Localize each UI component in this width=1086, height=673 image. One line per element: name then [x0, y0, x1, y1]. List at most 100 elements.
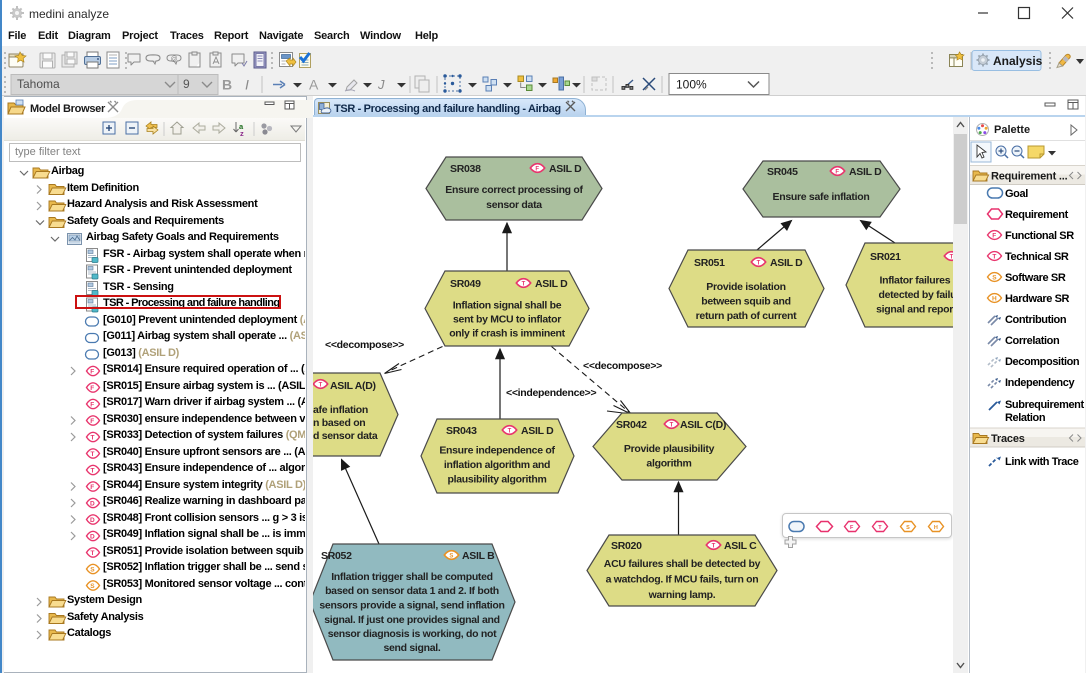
svg-text:SR042: SR042 [616, 419, 647, 431]
svg-text:F: F [535, 167, 539, 173]
svg-text:ASIL D: ASIL D [521, 425, 554, 437]
svg-text:n based on: n based on [313, 417, 365, 429]
svg-text:ASIL B: ASIL B [462, 550, 495, 562]
svg-text:H: H [934, 525, 938, 531]
svg-text:plausibility algorithm: plausibility algorithm [448, 474, 547, 486]
svg-text:T: T [91, 451, 95, 458]
svg-text:afe inflation: afe inflation [313, 404, 368, 416]
svg-text:9: 9 [183, 77, 190, 91]
svg-text:sent by MCU to inflator: sent by MCU to inflator [453, 314, 561, 326]
svg-text:T: T [522, 282, 526, 288]
svg-text:SR049: SR049 [450, 278, 481, 290]
svg-text:TSR - Processing and failure h: TSR - Processing and failure handling - … [334, 103, 561, 115]
svg-text:Functional SR: Functional SR [1005, 230, 1074, 242]
svg-text:only if crash is imminent: only if crash is imminent [449, 328, 565, 340]
svg-text:SR043: SR043 [446, 425, 477, 437]
svg-text:Requirement ...: Requirement ... [991, 171, 1068, 183]
svg-text:Decomposition: Decomposition [1005, 356, 1080, 368]
svg-text:B: B [222, 77, 232, 93]
svg-text:SR045: SR045 [767, 166, 798, 178]
svg-text:Relation: Relation [1005, 412, 1046, 424]
svg-text:D: D [90, 534, 95, 541]
svg-text:Provide isolation: Provide isolation [706, 281, 786, 293]
svg-text:Palette: Palette [994, 124, 1030, 136]
svg-text:Inflator failures sh: Inflator failures sh [879, 275, 953, 287]
svg-text:Inflation trigger shall be com: Inflation trigger shall be computed [331, 571, 493, 583]
svg-text:Software SR: Software SR [1005, 272, 1066, 284]
svg-text:<<decompose>>: <<decompose>> [325, 339, 404, 351]
svg-text:T: T [992, 254, 996, 261]
svg-text:H: H [992, 296, 997, 303]
svg-text:T: T [712, 544, 716, 550]
svg-text:ASIL C: ASIL C [724, 540, 757, 552]
svg-text:F: F [90, 484, 94, 491]
svg-text:sensor diagnosis is working, d: sensor diagnosis is working, do not [328, 628, 497, 640]
svg-text:Link with Trace: Link with Trace [1005, 456, 1079, 468]
svg-text:S: S [992, 275, 997, 282]
svg-text:S: S [90, 583, 95, 590]
svg-text:ASIL A(D): ASIL A(D) [330, 380, 376, 392]
svg-text:J: J [377, 77, 385, 92]
svg-text:ASIL C(D): ASIL C(D) [680, 419, 726, 431]
svg-text:Tahoma: Tahoma [17, 77, 60, 91]
svg-text:between squib and: between squib and [701, 296, 790, 308]
svg-text:D: D [90, 517, 95, 524]
svg-text:S: S [90, 567, 95, 574]
svg-text:return path of current: return path of current [696, 310, 798, 322]
svg-text:detected by failure: detected by failure [878, 289, 953, 301]
svg-text:F: F [90, 385, 94, 392]
svg-text:D: D [90, 501, 95, 508]
svg-text:Traces: Traces [991, 433, 1025, 445]
svg-text:Hardware SR: Hardware SR [1005, 293, 1070, 305]
svg-text:T: T [508, 429, 512, 435]
svg-text:Ensure safe inflation: Ensure safe inflation [773, 191, 870, 203]
svg-text:Analysis: Analysis [993, 54, 1043, 68]
svg-text:algorithm: algorithm [646, 458, 691, 470]
svg-text:ACU failures shall be detected: ACU failures shall be detected by [604, 558, 761, 570]
svg-text:T: T [319, 383, 323, 389]
svg-text:signal and reported: signal and reported [876, 304, 953, 316]
svg-text:ASIL D: ASIL D [535, 278, 568, 290]
svg-text:T: T [757, 261, 761, 267]
svg-text:T: T [91, 435, 95, 442]
svg-text:F: F [835, 170, 839, 176]
svg-text:inflation algorithm and: inflation algorithm and [444, 459, 550, 471]
svg-text:a watchdog. If MCU fails, turn: a watchdog. If MCU fails, turn on [606, 574, 759, 586]
svg-text:SR021: SR021 [870, 251, 901, 263]
svg-text:SR020: SR020 [611, 540, 642, 552]
svg-text:Correlation: Correlation [1005, 335, 1060, 347]
svg-text:Provide plausibility: Provide plausibility [624, 443, 715, 455]
svg-text:sensor data: sensor data [486, 199, 542, 211]
svg-text:SR052: SR052 [321, 550, 352, 562]
svg-text:Goal: Goal [1005, 188, 1028, 200]
svg-text:SR038: SR038 [450, 163, 481, 175]
svg-text:Ensure independence of: Ensure independence of [439, 445, 555, 457]
svg-text:S: S [906, 525, 910, 531]
svg-text:Requirement: Requirement [1005, 209, 1069, 221]
svg-text:d sensor data: d sensor data [313, 430, 378, 442]
svg-text:Subrequirement: Subrequirement [1005, 399, 1084, 411]
svg-text:I: I [245, 77, 249, 93]
svg-text:T: T [91, 468, 95, 475]
svg-text:Inflation signal shall be: Inflation signal shall be [453, 300, 562, 312]
svg-text:send signal.: send signal. [383, 642, 440, 654]
svg-text:F: F [90, 418, 94, 425]
svg-text:ASIL D: ASIL D [549, 163, 582, 175]
svg-text:Contribution: Contribution [1005, 314, 1067, 326]
svg-text:warning lamp.: warning lamp. [648, 589, 716, 601]
svg-text:Technical SR: Technical SR [1005, 251, 1069, 263]
svg-text:SR051: SR051 [694, 257, 725, 269]
svg-text:S: S [449, 554, 453, 560]
svg-text:T: T [670, 423, 674, 429]
svg-text:ASIL D: ASIL D [849, 166, 882, 178]
svg-text:Ensure correct processing of: Ensure correct processing of [445, 184, 583, 196]
svg-text:ASIL D: ASIL D [770, 257, 803, 269]
svg-text:based on sensor data 1 and 2.: based on sensor data 1 and 2. If both [325, 585, 499, 597]
svg-text:F: F [992, 233, 996, 240]
svg-text:F: F [90, 369, 94, 376]
svg-text:Independency: Independency [1005, 377, 1075, 389]
svg-text:A: A [309, 77, 319, 93]
svg-text:sensors provide a signal, send: sensors provide a signal, send inflation [319, 600, 504, 612]
svg-text:T: T [91, 550, 95, 557]
svg-text:<<independence>>: <<independence>> [506, 387, 596, 399]
